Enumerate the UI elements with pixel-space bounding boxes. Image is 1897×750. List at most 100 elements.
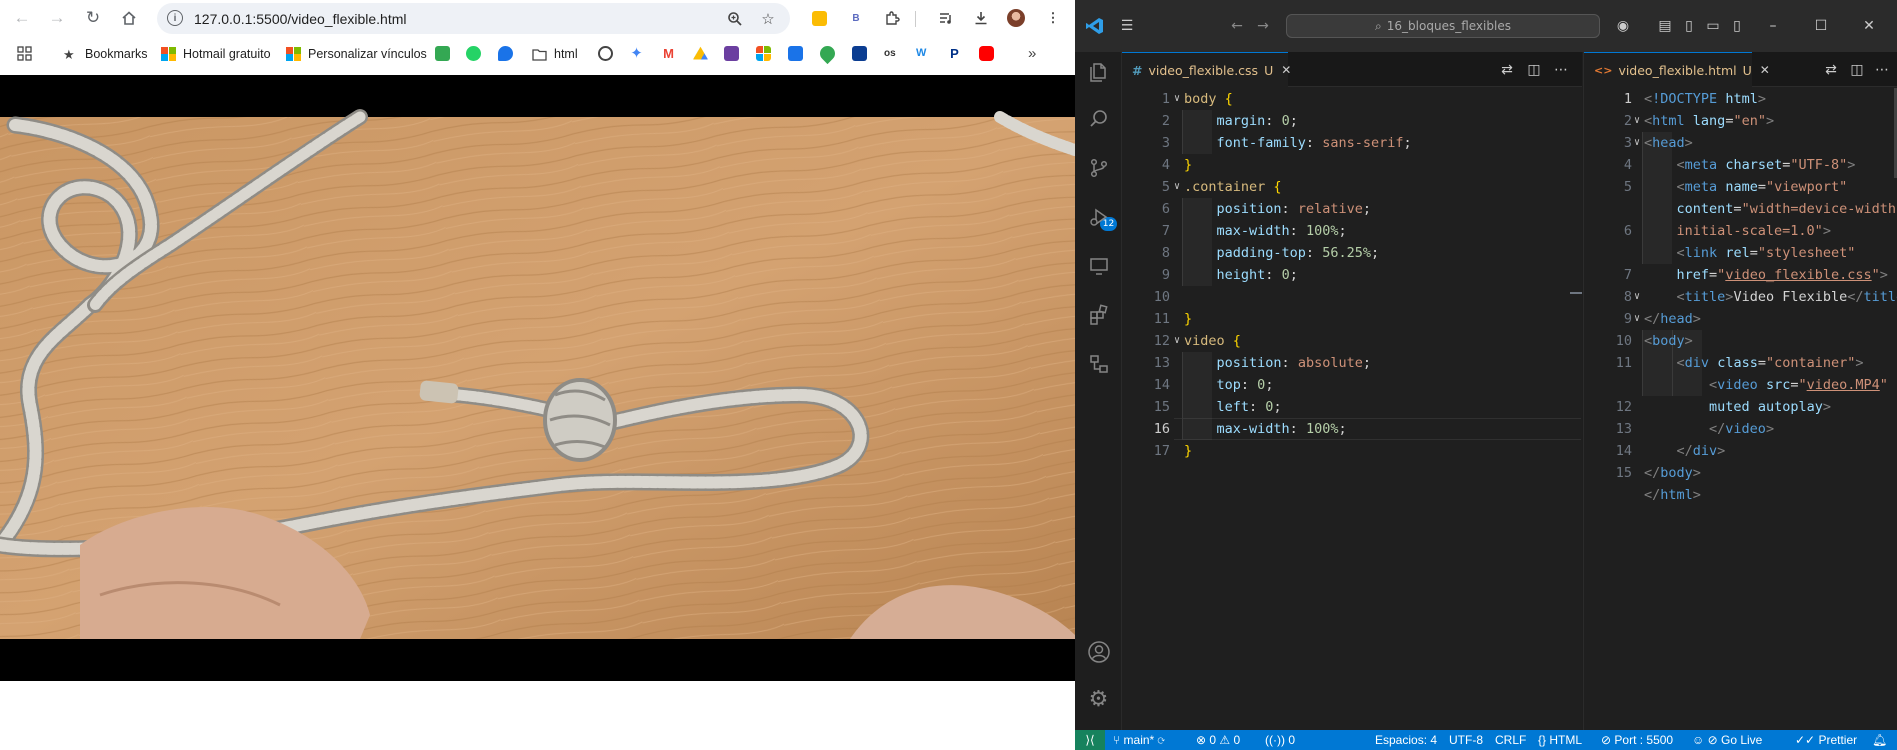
arch-icon[interactable] — [852, 46, 867, 61]
encoding-status[interactable]: UTF-8 — [1449, 733, 1483, 747]
database-icon[interactable] — [1075, 344, 1122, 384]
command-center[interactable]: ⌕ 16_bloques_flexibles — [1286, 14, 1600, 38]
line-number: 10 — [1615, 333, 1632, 349]
keep-extension-icon[interactable] — [808, 7, 830, 29]
mail-icon[interactable] — [724, 46, 739, 61]
more-bookmarks-icon[interactable]: » — [1028, 46, 1043, 61]
customize-layout-icon[interactable]: ▤ — [1655, 16, 1675, 36]
minimize-icon[interactable]: – — [1763, 16, 1783, 36]
split-editor-icon[interactable]: ◫ — [1847, 60, 1867, 80]
youtube-icon[interactable] — [979, 46, 994, 61]
indentation-status[interactable]: Espacios: 4 — [1375, 733, 1437, 747]
title-bar: ☰ ← → ⌕ 16_bloques_flexibles ◉ ▤ ▯ ▭ ▯ –… — [1075, 0, 1897, 52]
problems-indicator[interactable]: ⊗ 0 ⚠ 0 — [1196, 733, 1240, 747]
code-line: position: absolute; — [1216, 355, 1371, 371]
bookmarks-folder[interactable]: ★ Bookmarks — [63, 45, 148, 63]
video-player[interactable] — [0, 75, 1075, 681]
css-code-area[interactable]: 1 2 3 4 5 6 7 8 9 10 11 12 13 14 15 16 17 ∨ ∨ ∨ body { m… — [1122, 88, 1582, 730]
line-number: 6 — [1623, 223, 1632, 239]
os-icon[interactable]: os — [884, 46, 899, 61]
fold-chevron-icon[interactable]: ∨ — [1630, 286, 1644, 308]
more-actions-icon[interactable]: ⋯ — [1551, 60, 1571, 80]
bookmark-personalizar[interactable]: Personalizar vínculos — [286, 45, 427, 63]
drive-icon[interactable] — [693, 46, 708, 60]
ports-indicator[interactable]: ((·)) 0 — [1265, 733, 1295, 747]
fold-chevron-icon[interactable]: ∨ — [1630, 132, 1644, 154]
maximize-icon[interactable]: ☐ — [1811, 16, 1831, 36]
line-number — [1584, 198, 1632, 220]
close-tab-icon[interactable]: ✕ — [1281, 63, 1291, 77]
remote-indicator-icon[interactable]: ⟩⟨ — [1075, 730, 1105, 750]
code-line: content="width=device-width, — [1676, 201, 1897, 217]
media-queue-icon[interactable] — [935, 7, 957, 29]
prettier-status[interactable]: ✓✓ Prettier — [1795, 733, 1857, 747]
paypal-icon[interactable]: P — [947, 46, 962, 61]
bookmark-html-folder[interactable]: html — [532, 45, 578, 63]
more-actions-icon[interactable]: ⋯ — [1872, 60, 1892, 80]
download-icon[interactable] — [970, 7, 992, 29]
remote-explorer-icon[interactable] — [1075, 246, 1122, 286]
messages-icon[interactable] — [498, 46, 513, 61]
nav-back-icon[interactable]: ← — [1227, 16, 1247, 36]
gemini-icon[interactable]: ✦ — [629, 46, 644, 61]
rope-knot-video-frame — [0, 109, 1075, 639]
accounts-icon[interactable] — [1075, 632, 1122, 672]
chat-bookmark-icon[interactable] — [435, 46, 450, 61]
language-mode[interactable]: {} HTML — [1538, 733, 1582, 747]
html-code-area[interactable]: 1 2 3 4 5 6 7 8 9 10 11 12 13 14 15 ∨ ∨ ∨ ∨ <!DOCTYPE … — [1584, 88, 1897, 730]
search-icon[interactable] — [1075, 99, 1122, 139]
vscode-logo-icon — [1085, 16, 1105, 36]
git-branch[interactable]: ⑂ main* ⟳ — [1113, 733, 1165, 747]
wz-icon[interactable]: W — [916, 46, 931, 61]
menu-kebab-icon[interactable]: ⋮ — [1042, 7, 1064, 29]
bookmark-hotmail[interactable]: Hotmail gratuito — [161, 45, 271, 63]
run-debug-icon[interactable] — [1075, 197, 1122, 237]
forward-icon[interactable]: → — [45, 6, 69, 30]
tab-video-flexible-css[interactable]: # video_flexible.css U ✕ — [1122, 52, 1291, 87]
go-live-button[interactable]: ☺ ⊘ Go Live — [1692, 733, 1762, 747]
close-tab-icon[interactable]: ✕ — [1760, 63, 1770, 77]
site-info-icon[interactable]: i — [167, 10, 183, 26]
fold-chevron-icon[interactable]: ∨ — [1170, 330, 1184, 352]
close-window-icon[interactable]: ✕ — [1859, 16, 1879, 36]
eol-status[interactable]: CRLF — [1495, 733, 1526, 747]
b-extension-icon[interactable]: B — [845, 7, 867, 29]
open-changes-icon[interactable]: ⇄ — [1821, 60, 1841, 80]
toggle-sidebar-icon[interactable]: ▯ — [1679, 16, 1699, 36]
maps-icon[interactable] — [816, 42, 839, 65]
toggle-secondary-sidebar-icon[interactable]: ▯ — [1727, 16, 1747, 36]
whatsapp-icon[interactable] — [466, 46, 481, 61]
gmail-icon[interactable]: M — [661, 46, 676, 61]
tab-video-flexible-html[interactable]: <> video_flexible.html U ✕ — [1584, 52, 1770, 87]
reload-icon[interactable]: ↻ — [81, 6, 105, 30]
address-bar[interactable]: i 127.0.0.1:5500/video_flexible.html ☆ — [157, 3, 790, 34]
settings-gear-icon[interactable]: ⚙ — [1075, 679, 1122, 719]
profile-avatar[interactable] — [1005, 7, 1027, 29]
back-icon[interactable]: ← — [10, 6, 34, 30]
extensions-icon[interactable] — [1075, 295, 1122, 335]
nav-forward-icon[interactable]: → — [1253, 16, 1273, 36]
notifications-bell-icon[interactable]: 🔔︎ — [1872, 733, 1887, 747]
toggle-panel-icon[interactable]: ▭ — [1703, 16, 1723, 36]
calendar-icon[interactable] — [788, 46, 803, 61]
code-line: initial-scale=1.0"> — [1676, 223, 1831, 239]
code-line: top: 0; — [1216, 377, 1274, 393]
explorer-icon[interactable] — [1075, 52, 1122, 92]
fold-chevron-icon[interactable]: ∨ — [1170, 176, 1184, 198]
zoom-icon[interactable] — [724, 8, 746, 30]
home-icon[interactable] — [117, 6, 141, 30]
live-server-port[interactable]: ⊘ Port : 5500 — [1601, 733, 1673, 747]
apps-grid-icon[interactable] — [17, 46, 32, 61]
hamburger-menu-icon[interactable]: ☰ — [1117, 16, 1137, 36]
openai-icon[interactable] — [598, 46, 613, 61]
copilot-icon[interactable]: ◉ — [1613, 16, 1633, 36]
microsoft-store-icon[interactable] — [756, 46, 771, 61]
split-editor-icon[interactable]: ◫ — [1524, 60, 1544, 80]
fold-chevron-icon[interactable]: ∨ — [1170, 88, 1184, 110]
fold-chevron-icon[interactable]: ∨ — [1630, 308, 1644, 330]
source-control-icon[interactable] — [1075, 148, 1122, 188]
fold-chevron-icon[interactable]: ∨ — [1630, 110, 1644, 132]
bookmark-star-icon[interactable]: ☆ — [757, 8, 779, 30]
extensions-puzzle-icon[interactable] — [881, 7, 903, 29]
open-changes-icon[interactable]: ⇄ — [1497, 60, 1517, 80]
